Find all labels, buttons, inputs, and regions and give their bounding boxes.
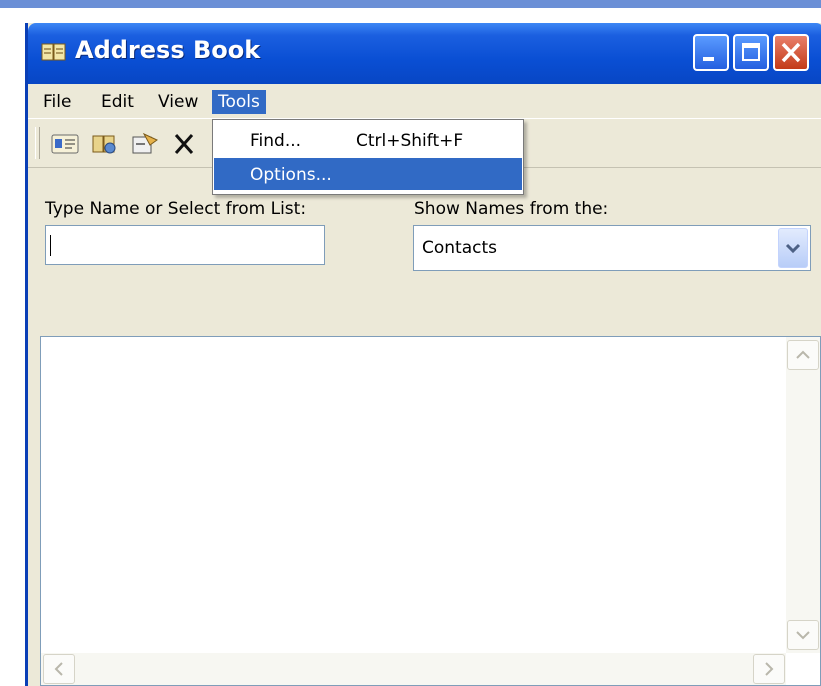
minimize-button[interactable]	[693, 34, 729, 71]
scroll-down-button[interactable]	[787, 620, 819, 650]
close-button[interactable]	[773, 34, 809, 71]
chevron-up-icon	[796, 350, 810, 359]
toolbar-grip[interactable]	[35, 127, 40, 159]
maximize-icon	[742, 43, 760, 61]
options-label: Options...	[250, 165, 332, 185]
menu-edit[interactable]: Edit	[95, 90, 140, 114]
close-icon	[781, 42, 801, 63]
contacts-list[interactable]	[40, 336, 821, 686]
chevron-right-icon	[765, 662, 774, 676]
find-label: Find...	[250, 131, 302, 151]
text-caret	[50, 235, 51, 256]
menu-item-find[interactable]: Find... Ctrl+Shift+F	[214, 124, 522, 156]
scroll-up-button[interactable]	[787, 340, 819, 370]
chevron-down-small-icon	[796, 631, 810, 640]
menu-item-options[interactable]: Options...	[214, 158, 522, 190]
properties-icon[interactable]	[90, 131, 120, 157]
window-title: Address Book	[75, 36, 261, 64]
scroll-right-button[interactable]	[753, 654, 785, 684]
top-border-line	[0, 0, 821, 8]
maximize-button[interactable]	[733, 34, 769, 71]
tools-menu-dropdown: Find... Ctrl+Shift+F Options...	[212, 119, 524, 195]
minimize-icon	[703, 57, 714, 61]
scroll-left-button[interactable]	[43, 654, 75, 684]
horizontal-scrollbar[interactable]	[41, 653, 786, 685]
menu-tools[interactable]: Tools	[212, 90, 266, 114]
menu-view[interactable]: View	[152, 90, 204, 114]
show-names-value: Contacts	[422, 238, 497, 258]
delete-icon[interactable]	[170, 131, 200, 157]
show-names-dropdown[interactable]: Contacts	[413, 225, 811, 271]
show-names-label: Show Names from the:	[414, 199, 609, 219]
search-label: Type Name or Select from List:	[45, 199, 307, 219]
address-book-icon	[41, 43, 66, 61]
chevron-down-icon	[785, 243, 801, 254]
menu-file[interactable]: File	[37, 90, 77, 114]
new-contact-icon[interactable]	[50, 131, 80, 157]
find-shortcut: Ctrl+Shift+F	[356, 131, 464, 151]
search-input[interactable]	[45, 225, 325, 265]
find-people-icon[interactable]	[130, 131, 160, 157]
menu-bar: File Edit View Tools	[28, 84, 821, 118]
chevron-left-icon	[54, 662, 63, 676]
title-bar[interactable]: Address Book	[28, 23, 821, 84]
dropdown-button[interactable]	[778, 228, 808, 268]
vertical-scrollbar[interactable]	[786, 337, 820, 653]
